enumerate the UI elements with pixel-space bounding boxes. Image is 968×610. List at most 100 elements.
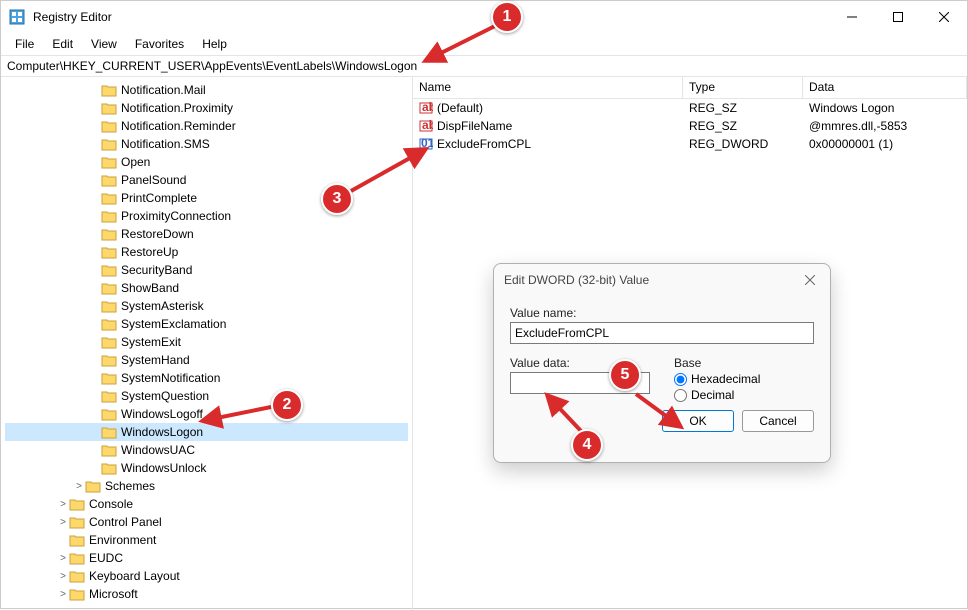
tree-item[interactable]: RestoreDown: [5, 225, 408, 243]
address-bar[interactable]: Computer\HKEY_CURRENT_USER\AppEvents\Eve…: [1, 55, 967, 77]
value-row[interactable]: ab DispFileName REG_SZ @mmres.dll,-5853: [413, 117, 967, 135]
tree-item-label: ProximityConnection: [121, 209, 231, 223]
tree-item[interactable]: WindowsLogoff: [5, 405, 408, 423]
window-controls: [829, 1, 967, 33]
tree-item-label: SystemHand: [121, 353, 190, 367]
svg-text:ab: ab: [422, 119, 433, 132]
tree-item-label: Microsoft: [89, 587, 138, 601]
tree-item[interactable]: ShowBand: [5, 279, 408, 297]
tree-item[interactable]: >Keyboard Layout: [5, 567, 408, 585]
dec-radio[interactable]: [674, 389, 687, 402]
tree-item-label: WindowsLogoff: [121, 407, 203, 421]
tree-item[interactable]: WindowsUAC: [5, 441, 408, 459]
tree-item-label: WindowsUnlock: [121, 461, 206, 475]
edit-dword-dialog: Edit DWORD (32-bit) Value Value name: Va…: [493, 263, 831, 463]
tree-item-label: Control Panel: [89, 515, 162, 529]
tree-item-label: Notification.Mail: [121, 83, 206, 97]
value-row[interactable]: 011ExcludeFromCPLREG_DWORD0x00000001 (1): [413, 135, 967, 153]
svg-text:ab: ab: [422, 101, 433, 114]
tree-item[interactable]: SystemHand: [5, 351, 408, 369]
tree-item[interactable]: >Console: [5, 495, 408, 513]
tree-item-label: WindowsLogon: [121, 425, 203, 439]
tree-item-label: Open: [121, 155, 150, 169]
tree-item-label: EUDC: [89, 551, 123, 565]
title-bar: Registry Editor: [1, 1, 967, 33]
tree-item[interactable]: SystemNotification: [5, 369, 408, 387]
close-button[interactable]: [921, 1, 967, 33]
value-data: Windows Logon: [809, 101, 894, 115]
base-label: Base: [674, 356, 814, 370]
menu-favorites[interactable]: Favorites: [127, 35, 192, 53]
dialog-close-button[interactable]: [800, 270, 820, 290]
dialog-title: Edit DWORD (32-bit) Value: [504, 273, 649, 287]
value-data: @mmres.dll,-5853: [809, 119, 907, 133]
value-name-input[interactable]: [510, 322, 814, 344]
tree-item[interactable]: SystemAsterisk: [5, 297, 408, 315]
tree-item[interactable]: Notification.Reminder: [5, 117, 408, 135]
ok-button[interactable]: OK: [662, 410, 734, 432]
annotation-badge-3: 3: [321, 183, 353, 215]
tree-item[interactable]: Notification.Mail: [5, 81, 408, 99]
tree-item-label: ShowBand: [121, 281, 179, 295]
cancel-button[interactable]: Cancel: [742, 410, 814, 432]
menu-edit[interactable]: Edit: [44, 35, 81, 53]
tree-item[interactable]: SystemQuestion: [5, 387, 408, 405]
tree-item[interactable]: WindowsLogon: [5, 423, 408, 441]
tree-item[interactable]: WindowsUnlock: [5, 459, 408, 477]
value-name: (Default): [437, 101, 483, 115]
menu-bar: File Edit View Favorites Help: [1, 33, 967, 55]
tree-item[interactable]: RestoreUp: [5, 243, 408, 261]
hex-radio[interactable]: [674, 373, 687, 386]
tree-item[interactable]: >Microsoft: [5, 585, 408, 603]
menu-view[interactable]: View: [83, 35, 125, 53]
address-text: Computer\HKEY_CURRENT_USER\AppEvents\Eve…: [7, 59, 417, 73]
tree-item-label: SystemExclamation: [121, 317, 226, 331]
value-data: 0x00000001 (1): [809, 137, 893, 151]
column-data[interactable]: Data: [803, 77, 967, 98]
tree-item-label: SystemExit: [121, 335, 181, 349]
tree-pane[interactable]: Notification.Mail Notification.Proximity N…: [1, 77, 413, 610]
value-name: ExcludeFromCPL: [437, 137, 531, 151]
value-name: DispFileName: [437, 119, 512, 133]
tree-item-label: RestoreDown: [121, 227, 194, 241]
annotation-badge-4: 4: [571, 429, 603, 461]
tree-item[interactable]: Notification.Proximity: [5, 99, 408, 117]
menu-help[interactable]: Help: [194, 35, 235, 53]
column-name[interactable]: Name: [413, 77, 683, 98]
tree-item-label: SystemQuestion: [121, 389, 209, 403]
tree-item[interactable]: SystemExit: [5, 333, 408, 351]
tree-item-label: Notification.Proximity: [121, 101, 233, 115]
tree-item[interactable]: SystemExclamation: [5, 315, 408, 333]
maximize-button[interactable]: [875, 1, 921, 33]
tree-item-label: Notification.SMS: [121, 137, 210, 151]
tree-item[interactable]: >EUDC: [5, 549, 408, 567]
dialog-title-bar[interactable]: Edit DWORD (32-bit) Value: [494, 264, 830, 296]
tree-item[interactable]: >Network: [5, 603, 408, 606]
column-type[interactable]: Type: [683, 77, 803, 98]
value-type: REG_SZ: [689, 119, 737, 133]
tree-item-label: SystemAsterisk: [121, 299, 204, 313]
value-row[interactable]: ab(Default)REG_SZWindows Logon: [413, 99, 967, 117]
tree-item-label: Console: [89, 497, 133, 511]
tree-item-label: WindowsUAC: [121, 443, 195, 457]
value-name-label: Value name:: [510, 306, 814, 320]
window-title: Registry Editor: [33, 10, 829, 24]
regedit-icon: [9, 9, 25, 25]
tree-item[interactable]: Environment: [5, 531, 408, 549]
menu-file[interactable]: File: [7, 35, 42, 53]
tree-item-label: SystemNotification: [121, 371, 220, 385]
tree-item[interactable]: Notification.SMS: [5, 135, 408, 153]
value-header: Name Type Data: [413, 77, 967, 99]
tree-item-label: PanelSound: [121, 173, 186, 187]
tree-item-label: Notification.Reminder: [121, 119, 236, 133]
annotation-badge-1: 1: [491, 1, 523, 33]
value-type: REG_DWORD: [689, 137, 768, 151]
tree-item[interactable]: SecurityBand: [5, 261, 408, 279]
tree-item[interactable]: >Control Panel: [5, 513, 408, 531]
tree-item[interactable]: >Schemes: [5, 477, 408, 495]
tree-item-label: Environment: [89, 533, 156, 547]
tree-item[interactable]: Open: [5, 153, 408, 171]
minimize-button[interactable]: [829, 1, 875, 33]
tree-item-label: Schemes: [105, 479, 155, 493]
tree-item-label: RestoreUp: [121, 245, 178, 259]
